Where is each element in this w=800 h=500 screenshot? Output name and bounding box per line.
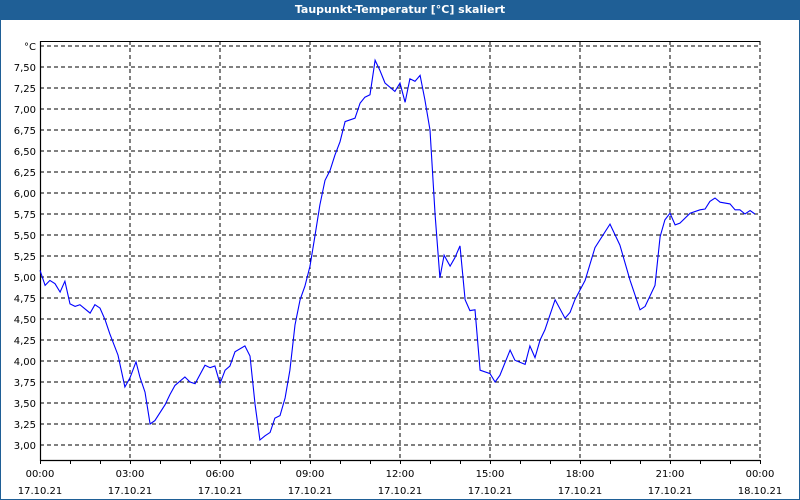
x-tick-date: 17.10.21: [558, 486, 603, 497]
x-tick-date: 18.10.21: [738, 486, 783, 497]
y-tick-label: 7,00: [14, 105, 36, 116]
y-tick-label: 3,00: [14, 441, 36, 452]
y-tick-label: °C: [24, 42, 36, 53]
x-tick-date: 17.10.21: [648, 486, 693, 497]
x-tick-time: 00:00: [26, 469, 55, 480]
y-tick-label: 7,50: [14, 63, 36, 74]
y-tick-label: 6,00: [14, 189, 36, 200]
y-tick-label: 3,25: [14, 420, 36, 431]
x-tick-time: 03:00: [116, 469, 145, 480]
x-tick-time: 18:00: [566, 469, 595, 480]
x-tick-date: 17.10.21: [108, 486, 153, 497]
x-tick-time: 21:00: [656, 469, 685, 480]
x-tick-time: 06:00: [206, 469, 235, 480]
y-tick-label: 4,75: [14, 294, 36, 305]
y-tick-label: 6,75: [14, 126, 36, 137]
y-tick-label: 5,75: [14, 210, 36, 221]
x-tick-date: 17.10.21: [288, 486, 333, 497]
y-tick-label: 3,50: [14, 399, 36, 410]
y-tick-label: 4,25: [14, 336, 36, 347]
y-tick-label: 4,00: [14, 357, 36, 368]
x-tick-date: 17.10.21: [378, 486, 423, 497]
x-tick-date: 17.10.21: [198, 486, 243, 497]
window-title: Taupunkt-Temperatur [°C] skaliert: [0, 0, 800, 20]
x-tick-time: 12:00: [386, 469, 415, 480]
series-line-taupunkt: [39, 58, 756, 442]
y-tick-label: 5,00: [14, 273, 36, 284]
y-tick-label: 5,50: [14, 231, 36, 242]
y-tick-label: 5,25: [14, 252, 36, 263]
y-tick-label: 7,25: [14, 84, 36, 95]
x-tick-time: 15:00: [476, 469, 505, 480]
x-tick-date: 17.10.21: [468, 486, 513, 497]
y-tick-label: 6,50: [14, 147, 36, 158]
y-tick-label: 4,50: [14, 315, 36, 326]
x-tick-date: 17.10.21: [18, 486, 63, 497]
chart: 3,00 3,25 3,50 3,75 4,00 4,25 4,50 4,75 5,00 5,25…: [14, 41, 783, 497]
x-tick-time: 00:00: [746, 469, 775, 480]
x-tick-time: 09:00: [296, 469, 325, 480]
y-tick-label: 3,75: [14, 378, 36, 389]
y-tick-label: 6,25: [14, 168, 36, 179]
